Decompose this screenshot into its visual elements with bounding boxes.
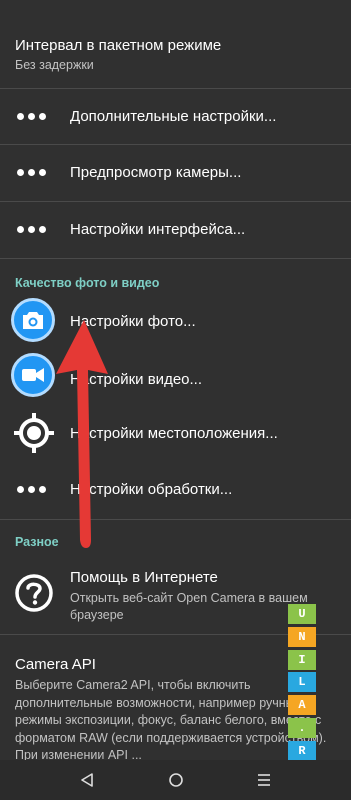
red-arrow-annotation (50, 318, 110, 550)
system-nav-bar (0, 760, 351, 800)
back-triangle-icon[interactable] (75, 768, 99, 792)
watermark-letter: I (288, 650, 316, 670)
home-circle-icon[interactable] (164, 768, 188, 792)
help-title: Помощь в Интернете (70, 569, 218, 586)
camera-api-title: Camera API (15, 656, 96, 673)
watermark-letter: L (288, 672, 316, 692)
menu-item-interface[interactable]: Настройки интерфейса... (0, 202, 351, 258)
watermark-letter: N (288, 627, 316, 647)
batch-interval-summary: Без задержки (15, 58, 94, 72)
more-dots-icon (17, 226, 46, 233)
divider (0, 258, 351, 259)
videocam-icon (11, 353, 55, 397)
batch-interval-title: Интервал в пакетном режиме (15, 37, 222, 54)
menu-item-advanced[interactable]: Дополнительные настройки... (0, 89, 351, 144)
more-dots-icon (17, 169, 46, 176)
menu-item-label: Настройки интерфейса... (70, 221, 246, 238)
menu-item-label: Предпросмотр камеры... (70, 164, 242, 181)
watermark-letter: . (288, 718, 316, 738)
menu-item-camera-preview[interactable]: Предпросмотр камеры... (0, 145, 351, 201)
more-dots-icon (17, 486, 46, 493)
section-header-quality: Качество фото и видео (15, 276, 160, 290)
watermark-letter: A (288, 695, 316, 715)
camera-icon (11, 298, 55, 342)
watermark-letter: U (288, 604, 316, 624)
batch-interval-setting[interactable]: Интервал в пакетном режиме Без задержки (0, 0, 351, 88)
more-dots-icon (17, 113, 46, 120)
watermark-letter: R (288, 741, 316, 761)
help-question-icon (14, 573, 54, 613)
menu-item-label: Дополнительные настройки... (70, 108, 277, 125)
menu-lines-icon[interactable] (252, 768, 276, 792)
location-crosshair-icon (13, 412, 55, 454)
